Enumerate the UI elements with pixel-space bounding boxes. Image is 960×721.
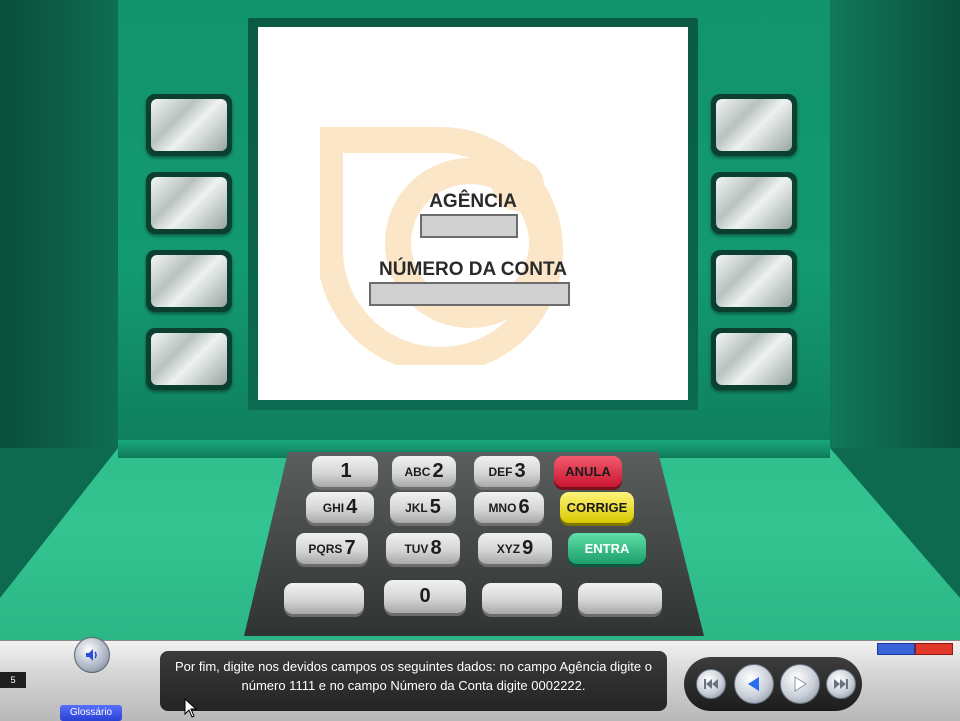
entra-button[interactable]: ENTRA bbox=[568, 533, 646, 564]
key-8-digit: 8 bbox=[430, 537, 442, 559]
caption-box: Por fim, digite nos devidos campos os se… bbox=[160, 651, 667, 711]
blank-key-left[interactable] bbox=[284, 583, 364, 614]
blank-key-right[interactable] bbox=[578, 583, 662, 614]
key-8-letters: TUV bbox=[404, 541, 429, 556]
skip-first-icon bbox=[704, 679, 718, 689]
side-button-left-4[interactable] bbox=[146, 328, 232, 390]
key-3-letters: DEF bbox=[488, 464, 513, 479]
blank-key-middle[interactable] bbox=[482, 583, 562, 614]
key-3[interactable]: DEF 3 bbox=[474, 456, 540, 487]
key-6-letters: MNO bbox=[488, 500, 517, 515]
key-9-digit: 9 bbox=[522, 537, 534, 559]
next-button[interactable] bbox=[780, 664, 820, 704]
key-5[interactable]: JKL 5 bbox=[390, 492, 456, 523]
agencia-label: AGÊNCIA bbox=[429, 191, 517, 212]
key-7-letters: PQRS bbox=[308, 541, 343, 556]
key-1[interactable]: 1 bbox=[312, 456, 378, 487]
side-button-left-1[interactable] bbox=[146, 94, 232, 156]
key-6[interactable]: MNO 6 bbox=[474, 492, 544, 523]
side-button-right-4[interactable] bbox=[711, 328, 797, 390]
atm-screen: AGÊNCIA NÚMERO DA CONTA bbox=[258, 27, 688, 400]
key-7[interactable]: PQRS 7 bbox=[296, 533, 368, 564]
skip-last-icon bbox=[834, 679, 848, 689]
numero-conta-field[interactable] bbox=[369, 282, 570, 306]
navigation-controls bbox=[684, 657, 862, 711]
key-8[interactable]: TUV 8 bbox=[386, 533, 460, 564]
minimize-button[interactable] bbox=[877, 643, 915, 655]
key-9[interactable]: XYZ 9 bbox=[478, 533, 552, 564]
close-button[interactable] bbox=[915, 643, 953, 655]
side-button-left-3[interactable] bbox=[146, 250, 232, 312]
bank-logo-watermark bbox=[320, 127, 563, 365]
key-9-letters: XYZ bbox=[496, 541, 521, 556]
key-4[interactable]: GHI 4 bbox=[306, 492, 374, 523]
side-button-left-2[interactable] bbox=[146, 172, 232, 234]
first-page-button[interactable] bbox=[696, 669, 726, 699]
side-button-right-1[interactable] bbox=[711, 94, 797, 156]
key-7-digit: 7 bbox=[344, 537, 356, 559]
corrige-button[interactable]: CORRIGE bbox=[560, 492, 634, 523]
glossary-button[interactable]: Glossário bbox=[60, 705, 122, 721]
key-4-digit: 4 bbox=[346, 496, 358, 518]
key-0-digit: 0 bbox=[419, 585, 431, 607]
key-4-letters: GHI bbox=[322, 500, 345, 515]
side-button-right-3[interactable] bbox=[711, 250, 797, 312]
key-2[interactable]: ABC 2 bbox=[392, 456, 456, 487]
side-button-right-2[interactable] bbox=[711, 172, 797, 234]
previous-button[interactable] bbox=[734, 664, 774, 704]
key-1-digit: 1 bbox=[340, 460, 352, 482]
window-controls bbox=[877, 643, 953, 655]
key-5-digit: 5 bbox=[429, 496, 441, 518]
audio-button[interactable] bbox=[74, 637, 110, 673]
play-forward-icon bbox=[794, 676, 807, 692]
key-2-letters: ABC bbox=[404, 464, 431, 479]
key-6-digit: 6 bbox=[518, 496, 530, 518]
speaker-icon bbox=[86, 649, 97, 661]
key-5-letters: JKL bbox=[405, 500, 428, 515]
mouse-cursor-icon bbox=[184, 698, 198, 718]
play-back-icon bbox=[748, 677, 759, 691]
key-0[interactable]: 0 bbox=[384, 580, 466, 613]
last-page-button[interactable] bbox=[826, 669, 856, 699]
numero-conta-label: NÚMERO DA CONTA bbox=[379, 259, 567, 280]
anula-button[interactable]: ANULA bbox=[554, 456, 622, 487]
page-number: 5 bbox=[0, 672, 26, 688]
agencia-field[interactable] bbox=[420, 214, 518, 238]
key-3-digit: 3 bbox=[514, 460, 526, 482]
key-2-digit: 2 bbox=[432, 460, 444, 482]
player-bar: 5 Glossário Por fim, digite nos devidos … bbox=[0, 637, 960, 721]
